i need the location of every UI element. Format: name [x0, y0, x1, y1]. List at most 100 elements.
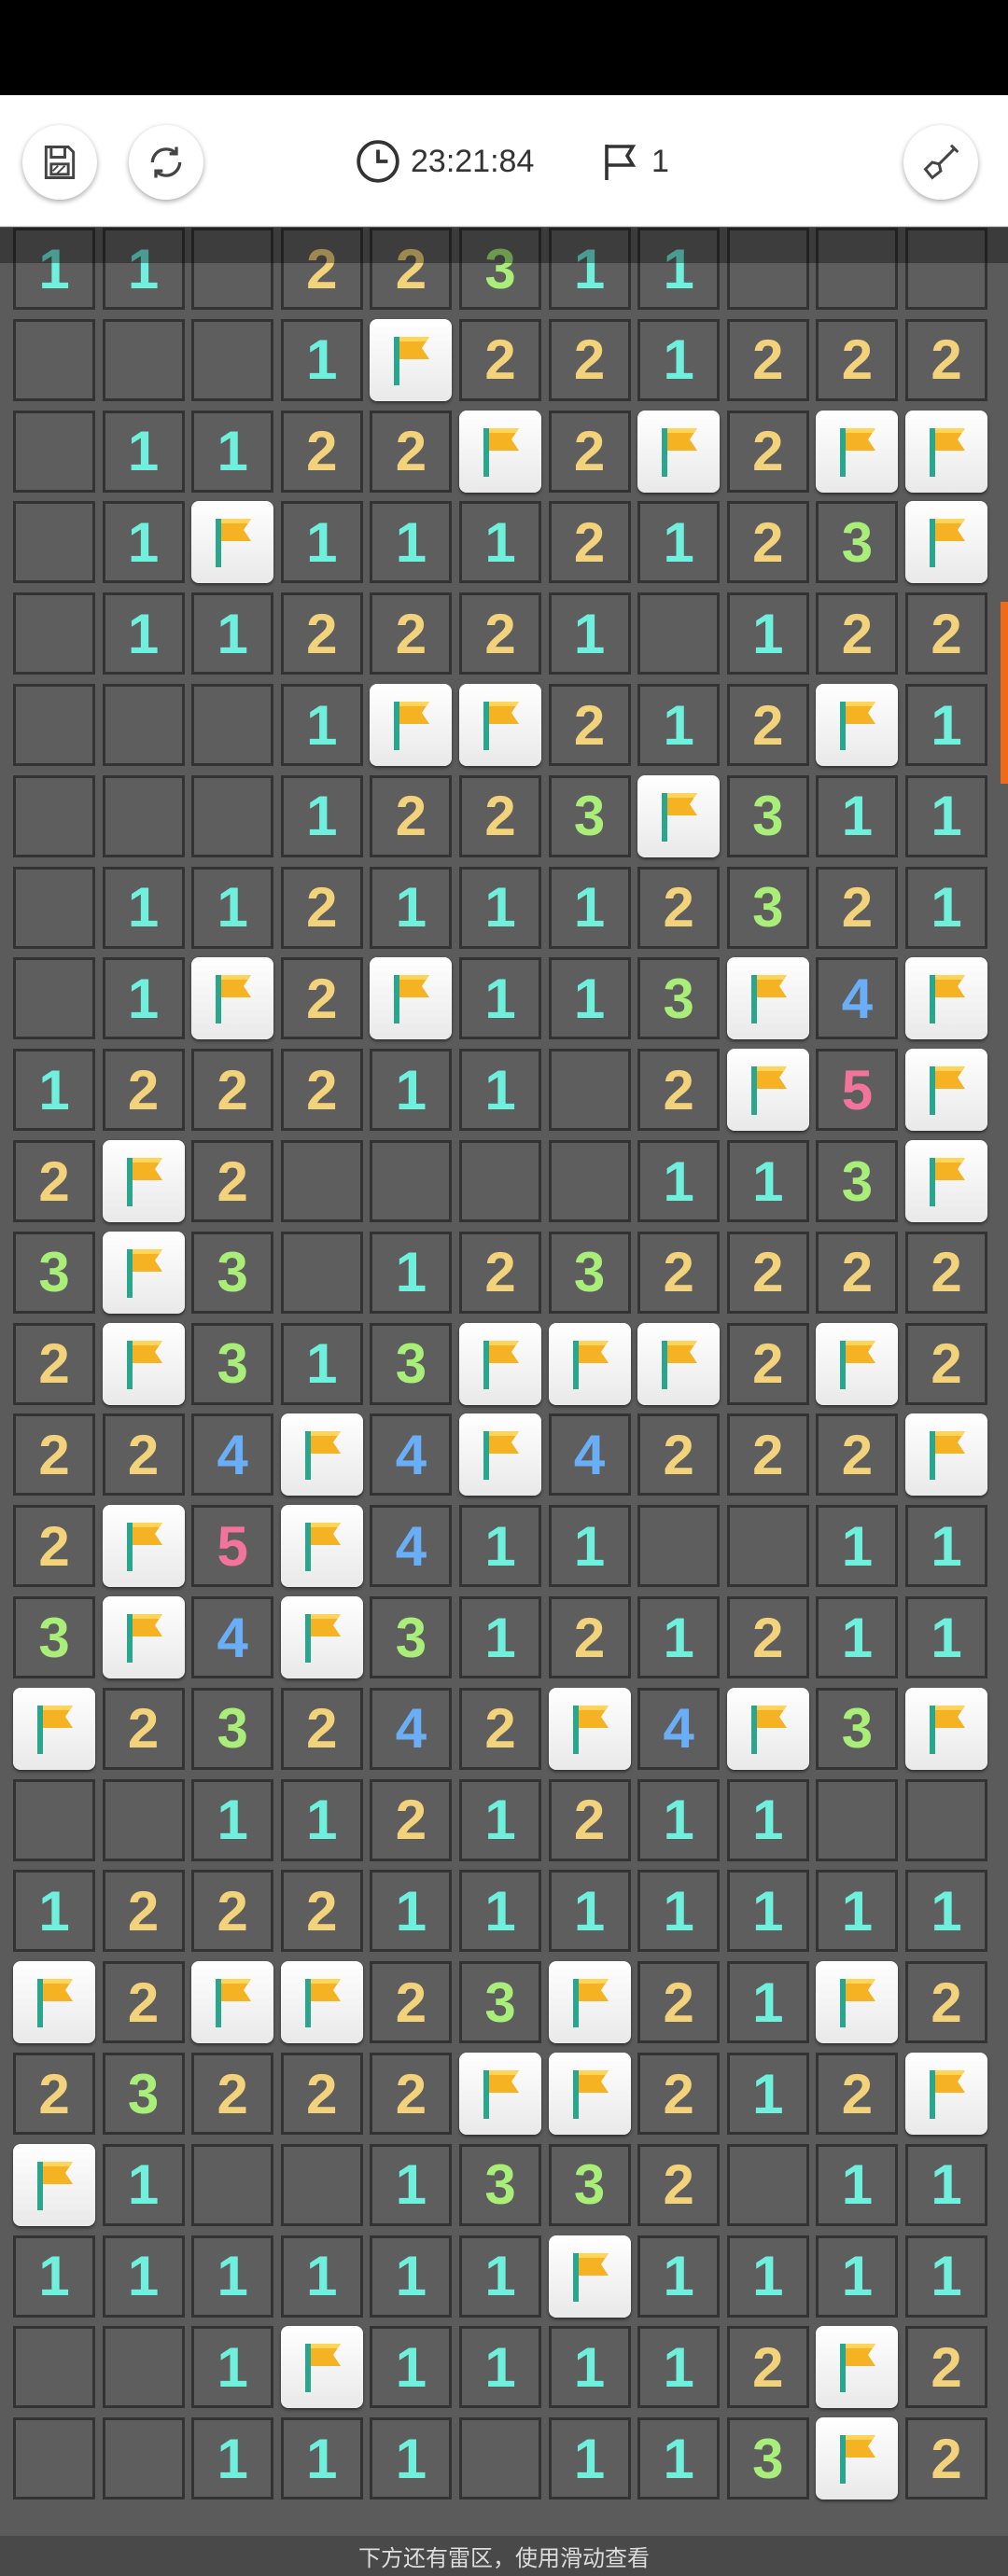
flagged-cell[interactable]	[102, 1231, 185, 1314]
number-cell[interactable]: 1	[370, 1870, 453, 1953]
number-cell[interactable]: 1	[816, 774, 899, 857]
number-cell[interactable]: 1	[280, 684, 363, 766]
revealed-empty-cell[interactable]	[905, 1778, 987, 1861]
number-cell[interactable]: 1	[370, 866, 453, 949]
number-cell[interactable]: 2	[280, 592, 363, 675]
number-cell[interactable]: 1	[548, 2326, 631, 2409]
number-cell[interactable]: 3	[816, 1687, 899, 1770]
number-cell[interactable]: 1	[370, 2235, 453, 2318]
number-cell[interactable]: 2	[816, 592, 899, 675]
number-cell[interactable]: 1	[459, 2326, 541, 2409]
revealed-empty-cell[interactable]	[13, 592, 95, 675]
number-cell[interactable]: 5	[191, 1505, 274, 1588]
flagged-cell[interactable]	[905, 1413, 987, 1497]
flagged-cell[interactable]	[548, 1961, 631, 2044]
number-cell[interactable]: 1	[459, 2235, 541, 2318]
flagged-cell[interactable]	[905, 1140, 987, 1222]
number-cell[interactable]: 2	[370, 592, 453, 675]
number-cell[interactable]: 1	[637, 2417, 721, 2500]
number-cell[interactable]: 2	[459, 1231, 541, 1314]
number-cell[interactable]: 1	[102, 2143, 185, 2226]
number-cell[interactable]: 2	[459, 1687, 541, 1770]
revealed-empty-cell[interactable]	[13, 957, 95, 1040]
number-cell[interactable]: 2	[280, 1687, 363, 1770]
number-cell[interactable]: 1	[370, 1231, 453, 1314]
number-cell[interactable]: 2	[637, 1413, 721, 1497]
flagged-cell[interactable]	[280, 1505, 363, 1588]
number-cell[interactable]: 2	[191, 1049, 274, 1132]
flagged-cell[interactable]	[726, 1687, 809, 1770]
number-cell[interactable]: 1	[102, 866, 185, 949]
number-cell[interactable]: 4	[370, 1413, 453, 1497]
flagged-cell[interactable]	[191, 1961, 274, 2044]
flagged-cell[interactable]	[13, 1961, 95, 2044]
flagged-cell[interactable]	[13, 2143, 95, 2226]
number-cell[interactable]: 2	[637, 866, 721, 949]
number-cell[interactable]: 4	[370, 1505, 453, 1588]
flagged-cell[interactable]	[816, 1322, 899, 1405]
number-cell[interactable]: 1	[548, 1505, 631, 1588]
flagged-cell[interactable]	[548, 2053, 631, 2135]
number-cell[interactable]: 1	[548, 866, 631, 949]
revealed-empty-cell[interactable]	[637, 1505, 721, 1588]
number-cell[interactable]: 1	[459, 866, 541, 949]
number-cell[interactable]: 1	[13, 1049, 95, 1132]
number-cell[interactable]: 2	[459, 592, 541, 675]
number-cell[interactable]: 2	[905, 2326, 987, 2409]
revealed-empty-cell[interactable]	[548, 1049, 631, 1132]
number-cell[interactable]: 2	[191, 1140, 274, 1222]
number-cell[interactable]: 3	[191, 1231, 274, 1314]
flagged-cell[interactable]	[459, 1322, 541, 1405]
number-cell[interactable]: 2	[726, 318, 809, 401]
number-cell[interactable]: 2	[191, 1870, 274, 1953]
number-cell[interactable]: 2	[13, 1505, 95, 1588]
number-cell[interactable]: 2	[370, 774, 453, 857]
flagged-cell[interactable]	[548, 1687, 631, 1770]
dig-tool-button[interactable]	[903, 125, 978, 200]
number-cell[interactable]: 2	[905, 1322, 987, 1405]
number-cell[interactable]: 1	[191, 2235, 274, 2318]
number-cell[interactable]: 2	[280, 866, 363, 949]
number-cell[interactable]: 2	[726, 2326, 809, 2409]
number-cell[interactable]: 2	[905, 318, 987, 401]
number-cell[interactable]: 2	[637, 1961, 721, 2044]
number-cell[interactable]: 2	[13, 1140, 95, 1222]
number-cell[interactable]: 1	[370, 2417, 453, 2500]
number-cell[interactable]: 1	[459, 957, 541, 1040]
revealed-empty-cell[interactable]	[459, 1140, 541, 1222]
number-cell[interactable]: 1	[816, 1596, 899, 1678]
number-cell[interactable]: 2	[459, 774, 541, 857]
number-cell[interactable]: 1	[548, 957, 631, 1040]
flagged-cell[interactable]	[280, 1596, 363, 1678]
number-cell[interactable]: 2	[102, 1870, 185, 1953]
revealed-empty-cell[interactable]	[191, 2143, 274, 2226]
number-cell[interactable]: 1	[726, 592, 809, 675]
number-cell[interactable]: 1	[102, 410, 185, 493]
number-cell[interactable]: 2	[370, 410, 453, 493]
number-cell[interactable]: 3	[726, 866, 809, 949]
number-cell[interactable]: 1	[13, 1870, 95, 1953]
number-cell[interactable]: 2	[280, 1049, 363, 1132]
flagged-cell[interactable]	[548, 1322, 631, 1405]
number-cell[interactable]: 1	[905, 774, 987, 857]
revealed-empty-cell[interactable]	[13, 684, 95, 766]
number-cell[interactable]: 1	[548, 1870, 631, 1953]
revealed-empty-cell[interactable]	[370, 1140, 453, 1222]
number-cell[interactable]: 4	[637, 1687, 721, 1770]
number-cell[interactable]: 2	[548, 1778, 631, 1861]
flagged-cell[interactable]	[102, 1322, 185, 1405]
revealed-empty-cell[interactable]	[13, 318, 95, 401]
number-cell[interactable]: 2	[637, 1231, 721, 1314]
number-cell[interactable]: 1	[102, 2235, 185, 2318]
revealed-empty-cell[interactable]	[726, 2143, 809, 2226]
number-cell[interactable]: 3	[102, 2053, 185, 2135]
flagged-cell[interactable]	[13, 1687, 95, 1770]
number-cell[interactable]: 1	[816, 1505, 899, 1588]
restart-button[interactable]	[129, 125, 203, 200]
flagged-cell[interactable]	[280, 1413, 363, 1497]
number-cell[interactable]: 1	[726, 1778, 809, 1861]
number-cell[interactable]: 2	[13, 2053, 95, 2135]
number-cell[interactable]: 1	[13, 2235, 95, 2318]
revealed-empty-cell[interactable]	[102, 1778, 185, 1861]
flagged-cell[interactable]	[280, 1961, 363, 2044]
